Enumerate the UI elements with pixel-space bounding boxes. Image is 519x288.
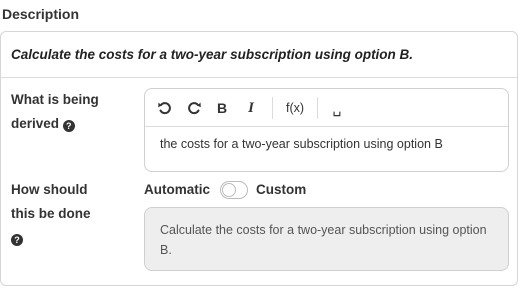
- editor-toolbar: B I f(x) ␣: [145, 89, 508, 127]
- redo-icon[interactable]: [185, 98, 203, 118]
- question-circle-icon[interactable]: ?: [11, 234, 23, 246]
- undo-icon[interactable]: [156, 98, 174, 118]
- derived-label-line1: What is being: [11, 92, 99, 107]
- automatic-label[interactable]: Automatic: [144, 182, 210, 197]
- italic-button[interactable]: I: [243, 98, 259, 118]
- derived-editor-content[interactable]: the costs for a two-year subscription us…: [160, 137, 443, 151]
- derived-editor[interactable]: B I f(x) ␣ the costs for a two-year subs…: [144, 88, 509, 172]
- formula-button[interactable]: f(x): [282, 98, 308, 118]
- toggle-knob: [222, 183, 236, 197]
- section-title: Description: [2, 6, 80, 22]
- question-circle-icon[interactable]: ?: [62, 120, 75, 132]
- toolbar-separator: [317, 97, 318, 119]
- custom-label[interactable]: Custom: [256, 182, 306, 197]
- how-label-line1: How should: [11, 182, 88, 197]
- bold-button[interactable]: B: [214, 98, 230, 118]
- how-label: How should this be done ?: [11, 178, 121, 250]
- description-card: Calculate the costs for a two-year subsc…: [0, 31, 518, 286]
- derived-label: What is being derived ?: [11, 88, 121, 136]
- toolbar-separator: [272, 97, 273, 119]
- space-button[interactable]: ␣: [330, 98, 344, 118]
- how-label-line2: this be done: [11, 206, 91, 221]
- task-text: Calculate the costs for a two-year subsc…: [11, 47, 414, 62]
- card-divider: [1, 77, 517, 78]
- method-readonly-text: Calculate the costs for a two-year subsc…: [144, 207, 509, 271]
- derived-label-line2: derived: [11, 116, 60, 131]
- mode-toggle-switch[interactable]: [220, 181, 248, 199]
